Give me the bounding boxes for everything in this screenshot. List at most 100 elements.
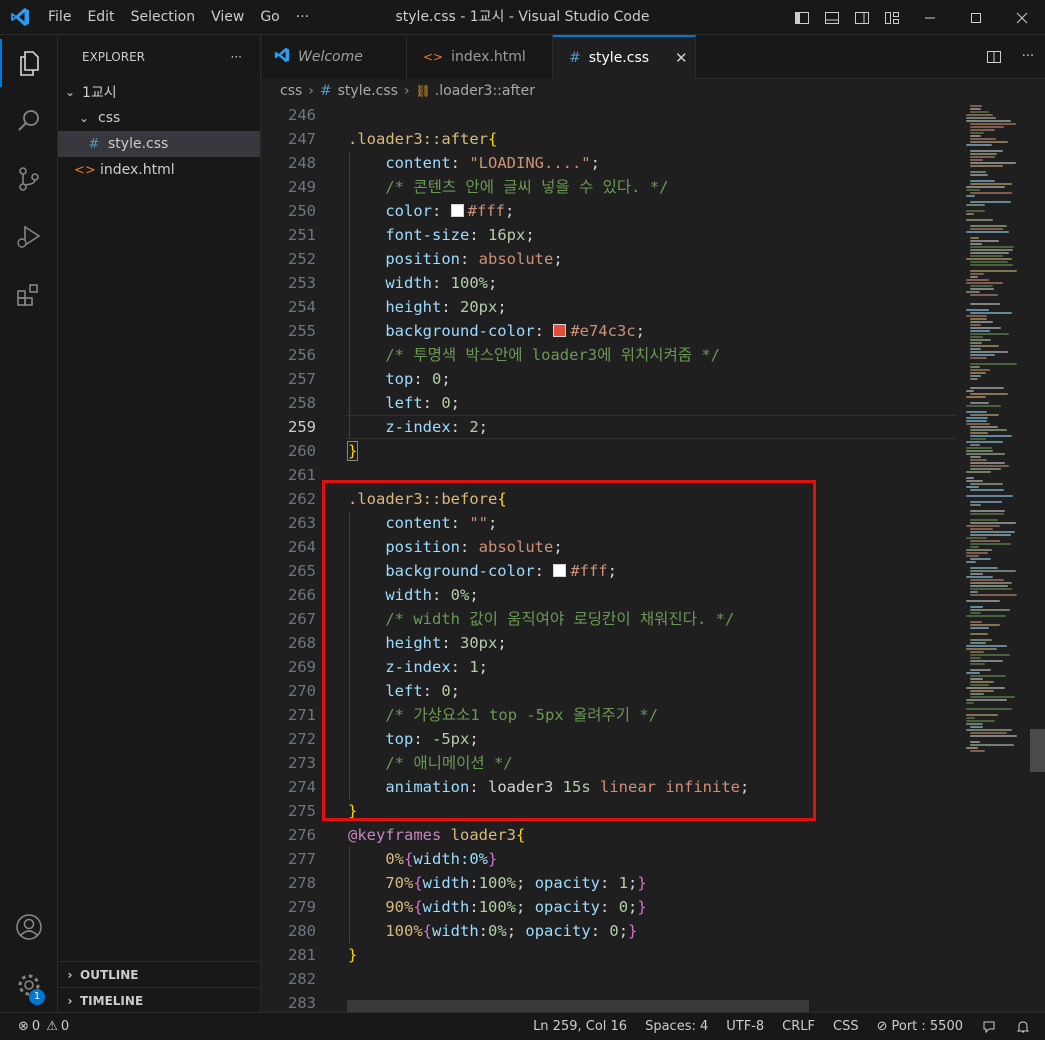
minimap-line (966, 687, 1005, 689)
settings-gear-icon[interactable]: 1 (0, 961, 58, 1009)
vertical-scrollbar-thumb[interactable] (1030, 729, 1045, 772)
chevron-right-icon: › (67, 967, 73, 982)
end-of-line[interactable]: CRLF (773, 1013, 824, 1040)
minimap-line (966, 747, 978, 749)
encoding[interactable]: UTF-8 (717, 1013, 773, 1040)
red-annotation-box (322, 480, 816, 821)
port-label: Port : 5500 (891, 1019, 964, 1034)
minimap-line (970, 582, 1012, 584)
problems-status[interactable]: ⊗ 0 ⚠ 0 (10, 1013, 78, 1040)
minimap-line (970, 246, 1014, 248)
toggle-secondary-sidebar-icon[interactable] (847, 0, 877, 35)
minimap-line (970, 489, 1004, 491)
source-control-icon[interactable] (0, 155, 58, 203)
explorer-icon[interactable] (0, 39, 58, 87)
chevron-right-icon: › (403, 83, 410, 99)
code-line-255: background-color: #e74c3c; (385, 322, 645, 340)
search-icon[interactable] (0, 97, 58, 145)
minimap-line (970, 681, 994, 683)
code-line-253: width: 100%; (385, 274, 498, 292)
minimap-line (970, 642, 986, 644)
minimap[interactable] (962, 103, 1030, 1012)
minimap-line (970, 669, 991, 671)
language-mode[interactable]: CSS (824, 1013, 868, 1040)
horizontal-scrollbar[interactable] (347, 1000, 809, 1012)
tab-welcome[interactable]: Welcome (262, 35, 407, 79)
code-line-281: } (262, 943, 956, 967)
file-style-css[interactable]: # style.css (58, 131, 260, 157)
minimap-line (970, 261, 1008, 263)
css-value: 1 (618, 874, 629, 892)
minimap-line (970, 351, 1008, 353)
minimap-line (966, 390, 974, 392)
minimap-line (970, 402, 989, 404)
file-label: style.css (108, 136, 169, 152)
more-actions-icon[interactable]: ··· (1011, 35, 1045, 79)
folder-1교시[interactable]: ⌄ 1교시 (58, 79, 260, 105)
breadcrumb-file[interactable]: style.css (338, 83, 398, 99)
code-line-249: /* 콘텐츠 안에 글씨 넣을 수 있다. */ (262, 175, 956, 199)
minimap-line (970, 375, 981, 377)
minimap-line (970, 501, 1002, 503)
minimize-icon[interactable] (907, 0, 953, 35)
minimap-line (970, 744, 1014, 746)
tab-style-css[interactable]: # style.css ✕ (553, 35, 696, 79)
minimap-line (970, 354, 995, 356)
minimap-line (970, 126, 1004, 128)
css-value: #fff (467, 202, 505, 220)
code-editor[interactable]: 246 247 248 249 250 251 252 253 254 255 256 257 258 2… (262, 103, 1045, 1012)
code-line-250: color: #fff; (385, 202, 515, 220)
minimap-line (970, 741, 980, 743)
accounts-icon[interactable] (0, 903, 58, 951)
split-editor-icon[interactable] (977, 35, 1011, 79)
minimap-line (966, 717, 975, 719)
cursor-position[interactable]: Ln 259, Col 16 (524, 1013, 636, 1040)
minimap-line (970, 378, 978, 380)
notifications-bell-icon[interactable] (1006, 1013, 1045, 1040)
menu-selection[interactable]: Selection (123, 0, 204, 35)
breadcrumb-css[interactable]: css (280, 83, 302, 99)
close-tab-icon[interactable]: ✕ (675, 49, 688, 67)
outline-section[interactable]: › OUTLINE (58, 961, 261, 987)
color-swatch[interactable] (553, 324, 567, 337)
color-swatch[interactable] (450, 204, 464, 217)
run-debug-icon[interactable] (0, 213, 58, 261)
maximize-icon[interactable] (953, 0, 999, 35)
live-server-port[interactable]: ⊘ Port : 5500 (868, 1013, 972, 1040)
minimap-line (966, 405, 1001, 407)
customize-layout-icon[interactable] (877, 0, 907, 35)
extensions-icon[interactable] (0, 271, 58, 319)
timeline-section[interactable]: › TIMELINE (58, 987, 261, 1013)
minimap-line (970, 129, 995, 131)
minimap-line (970, 621, 982, 623)
minimap-line (970, 192, 1012, 194)
toggle-panel-icon[interactable] (817, 0, 847, 35)
file-index-html[interactable]: <> index.html (58, 157, 260, 183)
tab-index-html[interactable]: <> index.html (407, 35, 553, 79)
close-window-icon[interactable] (999, 0, 1045, 35)
minimap-line (970, 660, 1003, 662)
menu-view[interactable]: View (203, 0, 252, 35)
breadcrumb-symbol[interactable]: .loader3::after (435, 83, 535, 99)
minimap-line (970, 165, 1003, 167)
minimap-line (970, 294, 998, 296)
minimap-line (966, 450, 993, 452)
minimap-line (970, 339, 991, 341)
code-line-280: 100%{width:0%; opacity: 0;} (385, 922, 638, 940)
menu-file[interactable]: File (40, 0, 79, 35)
folder-css[interactable]: ⌄ css (58, 105, 260, 131)
menu-go[interactable]: Go (252, 0, 287, 35)
minimap-line (970, 579, 1004, 581)
minimap-line (966, 315, 987, 317)
indentation[interactable]: Spaces: 4 (636, 1013, 717, 1040)
menu-edit[interactable]: Edit (79, 0, 122, 35)
minimap-line (966, 291, 980, 293)
minimap-line (970, 237, 979, 239)
menu-more[interactable]: ··· (288, 0, 317, 35)
feedback-icon[interactable] (972, 1013, 1006, 1040)
explorer-more-icon[interactable]: ··· (231, 50, 242, 64)
brace: } (346, 441, 359, 461)
minimap-line (970, 468, 1001, 470)
css-value: 2 (469, 418, 479, 436)
toggle-primary-sidebar-icon[interactable] (787, 0, 817, 35)
